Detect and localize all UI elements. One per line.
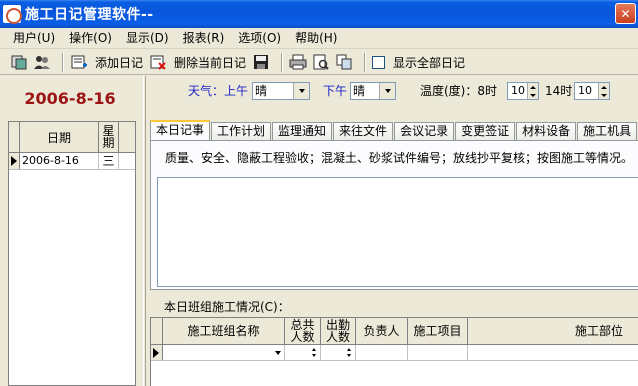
- grid-corner: [151, 318, 163, 344]
- menu-display[interactable]: 显示(D): [119, 29, 176, 48]
- date-grid-header: 日期 星期: [9, 122, 135, 153]
- row-indicator-icon: [151, 345, 163, 360]
- tab-supervision-notice[interactable]: 监理通知: [272, 122, 333, 140]
- copy-icon[interactable]: [335, 53, 353, 71]
- temp-14-value: 10: [578, 84, 592, 97]
- table-row[interactable]: 2006-8-16 三: [9, 153, 135, 170]
- location-cell[interactable]: [468, 345, 638, 360]
- project-item-header[interactable]: 施工项目: [408, 318, 468, 344]
- window-title: 施工日记管理软件--: [25, 7, 154, 23]
- title-bar: 施工日记管理软件--: [0, 0, 638, 28]
- project-icon[interactable]: [10, 53, 28, 71]
- daily-notes-textarea[interactable]: [157, 177, 638, 287]
- table-row[interactable]: [151, 345, 638, 361]
- weather-pm-select[interactable]: 晴: [350, 82, 396, 100]
- tab-materials-equipment[interactable]: 材料设备: [516, 122, 577, 140]
- team-name-select[interactable]: [163, 345, 285, 360]
- team-work-grid[interactable]: 施工班组名称 总共人数 出勤人数 负责人 施工项目 施工部位: [150, 317, 638, 386]
- toolbar: 添加日记 删除当前日记 显示全部日记: [0, 50, 638, 75]
- stepper-buttons[interactable]: [598, 83, 609, 99]
- weather-pm-label: 下午: [323, 84, 348, 98]
- tab-panel: 质量、安全、隐蔽工程验收；混凝土、砂浆试件编号；放线抄平复核；按图施工等情况。: [150, 140, 638, 290]
- weather-am-select[interactable]: 晴: [252, 82, 310, 100]
- attendance-count-header[interactable]: 出勤人数: [321, 318, 356, 344]
- current-date: 2006-8-16: [24, 88, 116, 108]
- temp-14-stepper[interactable]: 10: [574, 82, 610, 100]
- stepper-buttons[interactable]: [527, 83, 538, 99]
- app-icon[interactable]: [3, 5, 22, 24]
- tab-meeting-records[interactable]: 会议记录: [394, 122, 455, 140]
- weather-am-value: 晴: [255, 84, 268, 98]
- weather-pm-value: 晴: [353, 84, 366, 98]
- add-diary-button[interactable]: 添加日记: [70, 52, 143, 73]
- show-all-diary-toggle[interactable]: 显示全部日记: [372, 52, 465, 73]
- weather-row: 天气：上午 晴 下午 晴 温度(度)：8时 10 14时 10: [150, 80, 638, 102]
- menu-bar: 用户(U) 操作(O) 显示(D) 报表(R) 选项(O) 帮助(H): [0, 28, 638, 49]
- tab-correspondence[interactable]: 来往文件: [333, 122, 394, 140]
- team-section-label: 本日班组施工情况(C)：: [164, 300, 290, 314]
- diary-date-grid[interactable]: 日期 星期 2006-8-16 三: [8, 121, 136, 386]
- temperature-label: 温度(度)：8时: [420, 84, 497, 98]
- menu-options[interactable]: 选项(O): [231, 29, 288, 48]
- attendance-count-stepper[interactable]: [321, 345, 356, 360]
- date-column-header[interactable]: 日期: [20, 122, 99, 152]
- spin-up-icon[interactable]: [528, 83, 538, 91]
- delete-diary-label: 删除当前日记: [174, 55, 247, 70]
- toolbar-separator: [281, 52, 284, 72]
- menu-help[interactable]: 帮助(H): [288, 29, 344, 48]
- toolbar-separator: [364, 52, 367, 72]
- tab-work-plan[interactable]: 工作计划: [211, 122, 272, 140]
- temp-14-label: 14时: [545, 84, 573, 98]
- leader-header[interactable]: 负责人: [356, 318, 408, 344]
- team-name-header[interactable]: 施工班组名称: [163, 318, 285, 344]
- row-indicator-icon: [9, 153, 20, 169]
- spin-down-icon[interactable]: [528, 91, 538, 99]
- grid-corner: [9, 122, 20, 152]
- tab-description: 质量、安全、隐蔽工程验收；混凝土、砂浆试件编号；放线抄平复核；按图施工等情况。: [165, 151, 634, 165]
- location-header[interactable]: 施工部位: [468, 318, 638, 344]
- total-count-header[interactable]: 总共人数: [285, 318, 321, 344]
- menu-operation[interactable]: 操作(O): [62, 29, 119, 48]
- delete-diary-button[interactable]: 删除当前日记: [149, 52, 246, 73]
- save-icon[interactable]: [252, 53, 270, 71]
- print-preview-icon[interactable]: [312, 53, 330, 71]
- tab-daily-notes[interactable]: 本日记事: [150, 120, 211, 140]
- users-icon[interactable]: [33, 53, 51, 71]
- project-item-cell[interactable]: [408, 345, 468, 360]
- chevron-down-icon[interactable]: [293, 83, 309, 99]
- row-weekday[interactable]: 三: [99, 153, 119, 169]
- spin-up-icon[interactable]: [599, 83, 609, 91]
- print-icon[interactable]: [289, 53, 307, 71]
- temp-8-value: 10: [511, 84, 525, 97]
- weekday-column-header[interactable]: 星期: [99, 122, 119, 152]
- tab-construction-machinery[interactable]: 施工机具: [577, 122, 638, 140]
- panel-splitter[interactable]: [143, 76, 146, 386]
- spin-down-icon[interactable]: [599, 91, 609, 99]
- toolbar-separator: [62, 52, 64, 72]
- total-count-stepper[interactable]: [285, 345, 321, 360]
- diary-tabs: 本日记事 工作计划 监理通知 来往文件 会议记录 变更签证 材料设备 施工机具: [150, 120, 638, 140]
- delete-diary-icon: [149, 53, 167, 71]
- close-button[interactable]: ✕: [615, 3, 636, 24]
- menu-report[interactable]: 报表(R): [176, 29, 232, 48]
- chevron-down-icon[interactable]: [379, 83, 395, 99]
- row-date[interactable]: 2006-8-16: [20, 153, 99, 169]
- tab-change-visa[interactable]: 变更签证: [455, 122, 516, 140]
- weather-am-label: 天气：上午: [188, 84, 249, 98]
- add-diary-label: 添加日记: [95, 55, 144, 70]
- add-diary-icon: [70, 53, 88, 71]
- show-all-label: 显示全部日记: [393, 55, 466, 70]
- leader-cell[interactable]: [356, 345, 408, 360]
- team-grid-header: 施工班组名称 总共人数 出勤人数 负责人 施工项目 施工部位: [151, 318, 638, 345]
- temp-8-stepper[interactable]: 10: [507, 82, 539, 100]
- menu-user[interactable]: 用户(U): [6, 29, 62, 48]
- show-all-checkbox[interactable]: [372, 55, 386, 69]
